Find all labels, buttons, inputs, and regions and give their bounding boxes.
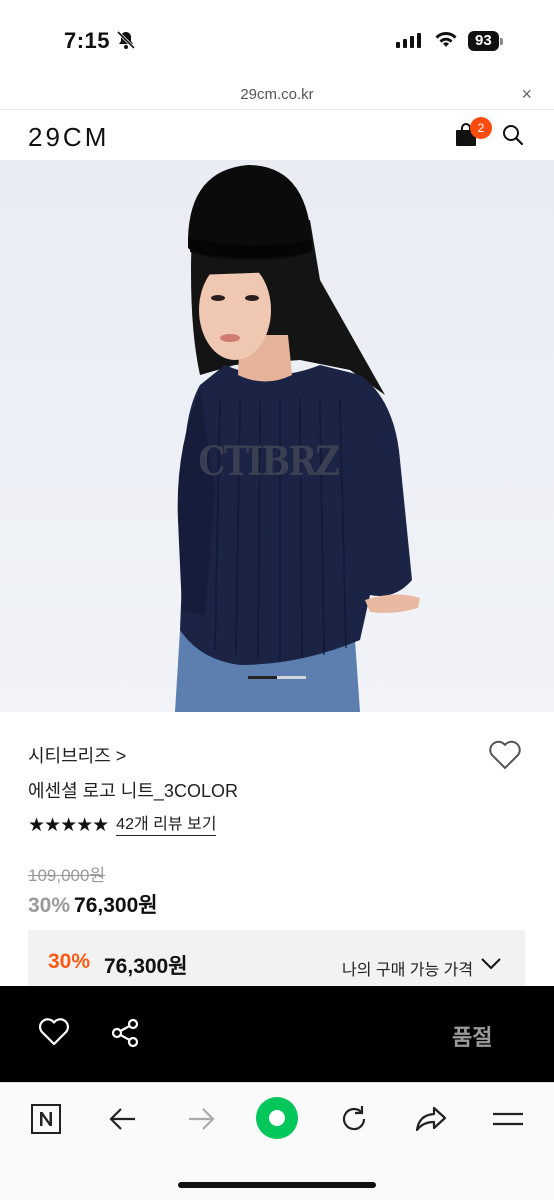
star-rating: ★★★★★ <box>28 815 109 836</box>
share-icon[interactable] <box>110 1018 140 1048</box>
my-price: 76,300원 <box>104 955 188 978</box>
original-price: 109,000원 <box>28 866 106 885</box>
heart-icon[interactable] <box>488 740 522 770</box>
chevron-down-icon <box>481 958 501 970</box>
forward-arrow-icon[interactable] <box>186 1103 216 1135</box>
discount-rate: 30% <box>28 894 71 917</box>
brand-link[interactable]: 시티브리즈 > <box>28 742 126 768</box>
share-arrow-icon[interactable] <box>414 1103 448 1135</box>
product-photo <box>175 165 420 712</box>
battery-indicator: 93 <box>468 31 503 51</box>
sale-price-row: 30% 76,300원 <box>28 889 158 919</box>
my-discount-rate: 30% <box>48 950 91 973</box>
my-price-box[interactable]: 30% 76,300원 나의 구매 가능 가격 <box>28 930 525 986</box>
back-arrow-icon[interactable] <box>108 1103 138 1135</box>
status-bar: 7:15 93 <box>0 0 554 80</box>
status-time: 7:15 <box>64 28 111 53</box>
close-icon[interactable]: × <box>521 84 532 105</box>
review-link[interactable]: 42개 리뷰 보기 <box>116 815 217 836</box>
battery-level: 93 <box>468 31 499 51</box>
url-text[interactable]: 29cm.co.kr <box>0 86 554 103</box>
purchase-action-bar: 품절 <box>0 986 554 1082</box>
sale-price: 76,300원 <box>74 894 158 917</box>
sweater-print-text: CTIBRZ <box>198 438 340 485</box>
heart-icon[interactable] <box>38 1018 70 1046</box>
product-image-carousel[interactable]: CTIBRZ <box>0 160 554 712</box>
naver-home-icon[interactable] <box>30 1103 62 1135</box>
menu-icon[interactable] <box>492 1103 524 1135</box>
soldout-button[interactable]: 품절 <box>452 1020 492 1052</box>
cellular-signal-icon <box>396 33 421 48</box>
site-logo[interactable]: 29CM <box>28 122 109 153</box>
cart-count-badge: 2 <box>470 117 492 139</box>
refresh-icon[interactable] <box>338 1103 370 1135</box>
silent-bell-icon <box>116 30 136 50</box>
naver-green-dot-icon[interactable] <box>255 1096 299 1140</box>
search-icon[interactable] <box>502 124 524 146</box>
wifi-icon <box>435 32 457 47</box>
rating-row: ★★★★★ 42개 리뷰 보기 <box>28 814 217 837</box>
home-indicator <box>178 1182 376 1188</box>
my-price-label: 나의 구매 가능 가격 <box>342 962 474 979</box>
product-name: 에센셜 로고 니트_3COLOR <box>28 781 238 801</box>
carousel-indicator <box>248 676 306 679</box>
browser-url-bar: 29cm.co.kr × <box>0 80 554 110</box>
site-header: 29CM <box>0 110 554 160</box>
